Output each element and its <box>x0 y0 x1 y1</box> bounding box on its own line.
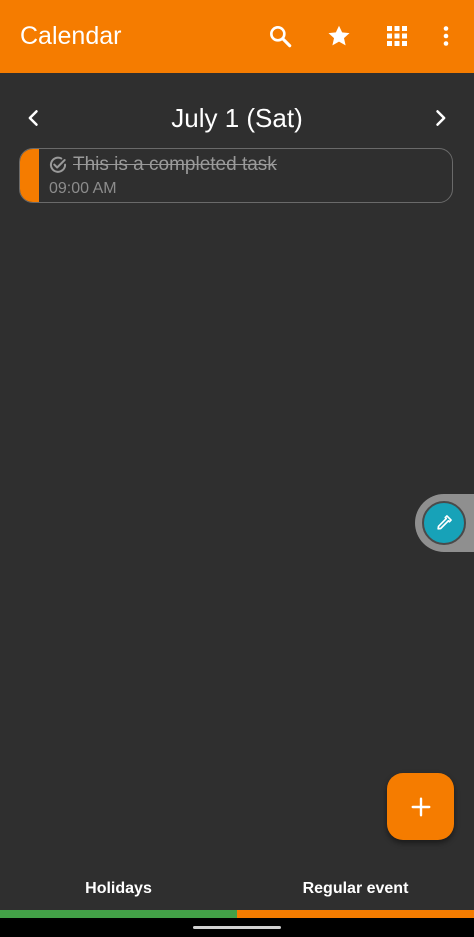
legend-item-regular-event[interactable]: Regular event <box>237 868 474 918</box>
star-icon[interactable] <box>325 22 353 50</box>
app-title: Calendar <box>20 22 122 50</box>
legend-label: Holidays <box>85 880 152 897</box>
event-type-legend: Holidays Regular event <box>0 868 474 918</box>
legend-color-bar <box>237 910 474 918</box>
search-icon[interactable] <box>266 22 294 50</box>
plus-icon <box>411 797 430 816</box>
add-event-button[interactable] <box>387 773 454 840</box>
chevron-right-icon[interactable] <box>426 104 454 132</box>
date-navigator: July 1 (Sat) <box>0 96 474 140</box>
system-navigation-bar <box>0 918 474 937</box>
event-time: 09:00 AM <box>49 180 117 197</box>
grid-icon[interactable] <box>383 22 411 50</box>
legend-label: Regular event <box>302 880 409 897</box>
event-card[interactable]: This is a completed task 09:00 AM <box>19 148 453 203</box>
event-title: This is a completed task <box>73 154 277 175</box>
more-vertical-icon[interactable] <box>432 22 460 50</box>
legend-color-bar <box>0 910 237 918</box>
check-circle-icon <box>48 155 68 175</box>
event-color-bar <box>20 149 39 202</box>
color-picker-icon[interactable] <box>422 501 466 545</box>
side-panel-handle[interactable] <box>415 494 474 552</box>
date-title: July 1 (Sat) <box>171 103 303 133</box>
app-bar: Calendar <box>0 0 474 73</box>
home-indicator[interactable] <box>193 926 281 929</box>
legend-item-holidays[interactable]: Holidays <box>0 868 237 918</box>
